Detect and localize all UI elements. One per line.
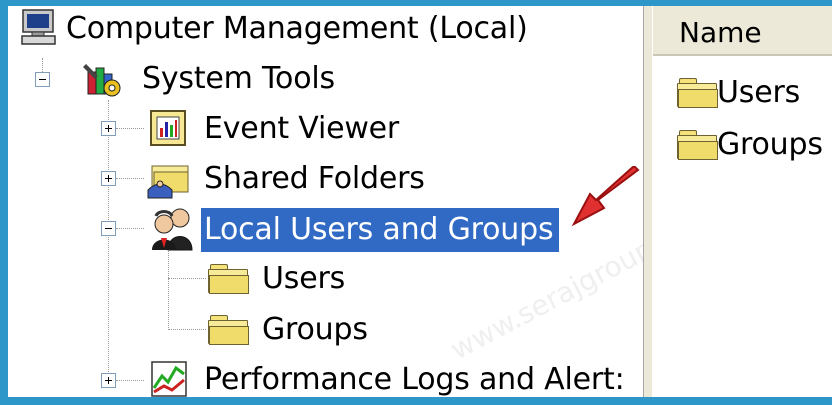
users-group-icon — [144, 204, 200, 252]
collapse-icon[interactable] — [101, 221, 116, 236]
tree-line — [108, 100, 109, 382]
tree-line — [168, 246, 169, 330]
column-header-name[interactable]: Name — [653, 6, 832, 56]
tree-line — [116, 380, 144, 381]
tree-line — [168, 278, 206, 279]
toolbox-icon — [82, 58, 128, 98]
event-viewer-icon — [148, 108, 190, 148]
folder-icon — [208, 264, 249, 294]
window-frame: Computer Management (Local) System Tools — [0, 0, 832, 405]
expand-icon[interactable] — [101, 171, 116, 186]
tree-line — [168, 329, 206, 330]
expand-icon[interactable] — [101, 121, 116, 136]
folder-icon — [677, 78, 718, 108]
tree-item-groups[interactable]: Groups — [262, 309, 368, 349]
tree-item-event-viewer[interactable]: Event Viewer — [204, 108, 399, 148]
tree-item-label: Performance Logs and Alert: — [204, 361, 625, 397]
column-header-label: Name — [679, 16, 762, 49]
tree-line — [116, 228, 144, 229]
collapse-icon[interactable] — [35, 72, 50, 87]
folder-icon — [208, 315, 249, 345]
tree-line — [116, 128, 144, 129]
folder-icon — [677, 130, 718, 160]
tree-item-performance-logs[interactable]: Performance Logs and Alert: — [204, 359, 625, 397]
tree-item-label: Users — [262, 260, 346, 296]
tree-item-label: Computer Management (Local) — [66, 10, 528, 46]
tree-item-label: Local Users and Groups — [201, 208, 560, 252]
pane-splitter[interactable] — [643, 6, 653, 397]
list-item[interactable]: Users — [717, 72, 800, 112]
tree-item-local-users-and-groups[interactable]: Local Users and Groups — [201, 208, 560, 252]
tree-item-label: System Tools — [142, 60, 335, 96]
tree-item-label: Shared Folders — [204, 160, 425, 196]
shared-folder-icon — [146, 158, 192, 200]
expand-icon[interactable] — [101, 373, 116, 388]
tree-line — [116, 178, 144, 179]
mmc-content: Computer Management (Local) System Tools — [8, 6, 832, 397]
tree-item-label: Event Viewer — [204, 110, 400, 146]
arrow-icon — [568, 164, 648, 232]
tree-item-shared-folders[interactable]: Shared Folders — [204, 158, 425, 198]
tree-item-computer-management[interactable]: Computer Management (Local) — [66, 8, 528, 48]
details-pane[interactable]: Name Users Groups — [653, 6, 832, 397]
console-tree[interactable]: Computer Management (Local) System Tools — [8, 6, 684, 397]
computer-icon — [20, 8, 58, 46]
list-item-label: Groups — [717, 126, 823, 162]
performance-icon — [148, 358, 190, 397]
tree-item-users[interactable]: Users — [262, 258, 345, 298]
list-item[interactable]: Groups — [717, 124, 823, 164]
tree-item-label: Groups — [262, 311, 368, 347]
tree-item-system-tools[interactable]: System Tools — [142, 58, 335, 98]
list-item-label: Users — [717, 74, 801, 110]
